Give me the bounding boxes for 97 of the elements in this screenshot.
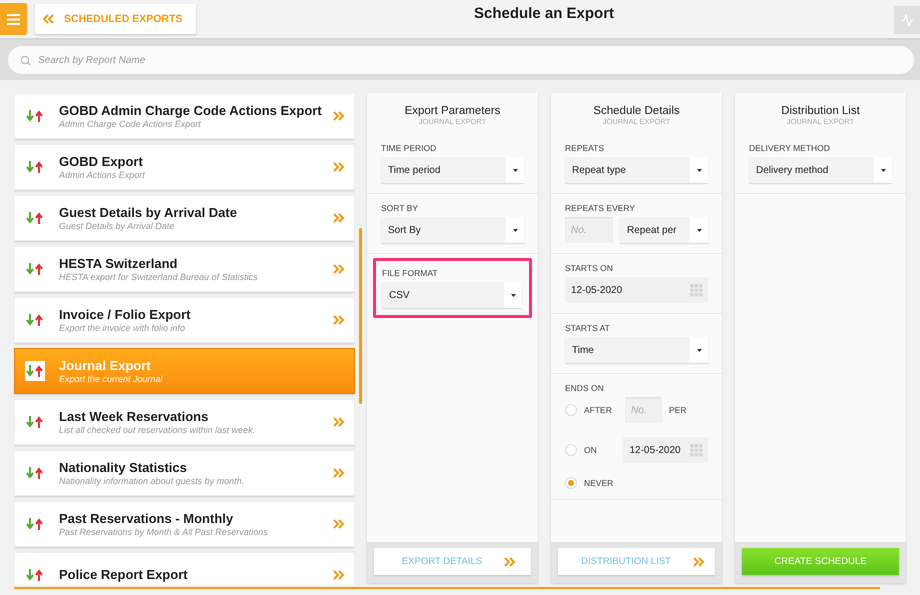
option-label: NEVER bbox=[584, 478, 614, 488]
number-field[interactable]: No. bbox=[625, 397, 662, 423]
report-item[interactable]: Last Week Reservations List all checked out reservations within last week. bbox=[14, 399, 355, 445]
report-description: Admin Charge Code Actions Export bbox=[59, 118, 202, 130]
chevrons-right-icon bbox=[333, 570, 344, 580]
report-item[interactable]: HESTA Switzerland HESTA export for Switzerland Bureau of Statistics bbox=[14, 246, 355, 292]
chevrons-right-icon bbox=[333, 213, 344, 223]
report-description: Past Reservations by Month & All Past Reservations bbox=[59, 526, 269, 538]
up-down-arrows-icon bbox=[26, 365, 44, 377]
date-field[interactable]: 12-05-2020 bbox=[565, 277, 708, 303]
search-bar[interactable]: Search by Report Name bbox=[8, 46, 914, 74]
report-title: GOBD Export bbox=[59, 154, 144, 170]
caret-icon bbox=[510, 294, 516, 296]
field-label: REPEATS bbox=[565, 143, 606, 153]
option-label: PER bbox=[669, 405, 686, 415]
date-field[interactable]: 12-05-2020 bbox=[623, 437, 708, 463]
chevrons-right-icon bbox=[333, 315, 344, 325]
report-title: Invoice / Folio Export bbox=[59, 306, 192, 322]
up-down-arrows-icon bbox=[26, 416, 44, 428]
activity-button[interactable] bbox=[894, 6, 920, 34]
panel-title: Export Parameters bbox=[404, 105, 500, 117]
report-title: Police Report Export bbox=[59, 567, 189, 583]
calendar-grid-icon bbox=[690, 444, 703, 456]
option-label: AFTER bbox=[584, 405, 613, 415]
report-item[interactable]: Guest Details by Arrival Date Guest Details by Arrival Date bbox=[14, 195, 355, 241]
up-down-arrows-icon bbox=[26, 569, 44, 581]
report-item[interactable]: Past Reservations - Monthly Past Reservations by Month & All Past Reservations bbox=[14, 501, 355, 547]
search-icon bbox=[20, 54, 31, 66]
report-title: Past Reservations - Monthly bbox=[59, 510, 234, 526]
caret-icon bbox=[696, 228, 702, 232]
dropdown[interactable]: Repeat per bbox=[620, 217, 708, 243]
chevrons-right-icon bbox=[333, 264, 344, 274]
report-description: HESTA export for Switzerland Bureau of Statistics bbox=[59, 272, 259, 282]
field-label: ENDS ON bbox=[565, 383, 605, 393]
report-item[interactable]: Nationality Statistics Nationality information about guests by month. bbox=[14, 450, 355, 496]
menu-icon bbox=[7, 14, 20, 24]
up-down-arrows-icon bbox=[26, 161, 44, 173]
dropdown[interactable]: Time bbox=[565, 337, 708, 363]
caret-icon bbox=[696, 348, 702, 352]
field-label: STARTS AT bbox=[565, 323, 611, 333]
chevrons-right-icon bbox=[333, 111, 344, 121]
field-label: DELIVERY METHOD bbox=[749, 143, 831, 153]
chevrons-right-icon bbox=[333, 519, 344, 529]
scrollbar[interactable] bbox=[359, 228, 362, 404]
panel-title: Distribution List bbox=[781, 105, 860, 117]
report-description: Export the invoice with folio info bbox=[59, 322, 186, 334]
report-description: Export the current Journal bbox=[59, 374, 164, 384]
report-description: Guest Details by Arrival Date bbox=[59, 220, 176, 232]
report-title: Last Week Reservations bbox=[59, 408, 210, 424]
report-item[interactable]: Invoice / Folio Export Export the invoice with folio info bbox=[14, 297, 355, 343]
chevrons-right-icon bbox=[333, 162, 344, 172]
report-description: Nationality information about guests by month. bbox=[59, 476, 246, 486]
report-title: Nationality Statistics bbox=[59, 460, 188, 476]
caret-icon bbox=[696, 168, 702, 172]
calendar-grid-icon bbox=[690, 284, 703, 296]
radio-button[interactable] bbox=[565, 404, 577, 416]
report-description: Admin Actions Export bbox=[59, 170, 146, 180]
up-down-arrows-icon bbox=[26, 518, 44, 530]
up-down-arrows-icon bbox=[26, 263, 44, 275]
up-down-arrows-icon bbox=[26, 212, 44, 224]
up-down-arrows-icon bbox=[26, 110, 44, 122]
report-title: HESTA Switzerland bbox=[59, 256, 178, 272]
radio-button[interactable] bbox=[565, 477, 577, 489]
field-label: TIME PERIOD bbox=[381, 143, 438, 153]
caret-icon bbox=[512, 168, 518, 172]
chevrons-left-icon bbox=[43, 14, 54, 24]
up-down-arrows-icon bbox=[26, 314, 44, 326]
field-label: STARTS ON bbox=[565, 263, 614, 273]
dropdown[interactable]: CSV bbox=[382, 282, 522, 308]
up-down-arrows-icon bbox=[26, 467, 44, 479]
menu-button[interactable] bbox=[0, 3, 27, 35]
dropdown[interactable]: Sort By bbox=[381, 217, 524, 243]
report-title: Journal Export bbox=[59, 358, 152, 374]
radio-button[interactable] bbox=[565, 444, 577, 456]
panel-title: Schedule Details bbox=[593, 105, 680, 117]
option-label: ON bbox=[584, 445, 598, 455]
dropdown[interactable]: Repeat type bbox=[565, 157, 708, 183]
page-title: Schedule an Export bbox=[474, 5, 614, 22]
field-label: SORT BY bbox=[381, 203, 420, 213]
activity-icon bbox=[900, 14, 914, 26]
report-description: List all checked out reservations within last week. bbox=[59, 424, 256, 436]
dropdown[interactable]: Delivery method bbox=[749, 157, 892, 183]
chevrons-right-icon bbox=[504, 556, 516, 566]
field-label: FILE FORMAT bbox=[382, 268, 439, 278]
dropdown[interactable]: Time period bbox=[381, 157, 524, 183]
caret-icon bbox=[512, 228, 518, 232]
caret-icon bbox=[880, 168, 886, 172]
report-title: GOBD Admin Charge Code Actions Export bbox=[59, 102, 323, 118]
report-item[interactable]: Police Report Export bbox=[14, 552, 355, 585]
field-label: REPEATS EVERY bbox=[565, 203, 636, 213]
chevrons-right-icon bbox=[692, 556, 704, 566]
number-field[interactable]: No. bbox=[565, 217, 613, 243]
report-item[interactable]: GOBD Admin Charge Code Actions Export Admin Charge Code Actions Export bbox=[14, 93, 355, 139]
chevrons-right-icon bbox=[333, 468, 344, 478]
report-item[interactable]: GOBD Export Admin Actions Export bbox=[14, 144, 355, 190]
chevrons-right-icon bbox=[333, 417, 344, 427]
report-title: Guest Details by Arrival Date bbox=[59, 204, 238, 220]
